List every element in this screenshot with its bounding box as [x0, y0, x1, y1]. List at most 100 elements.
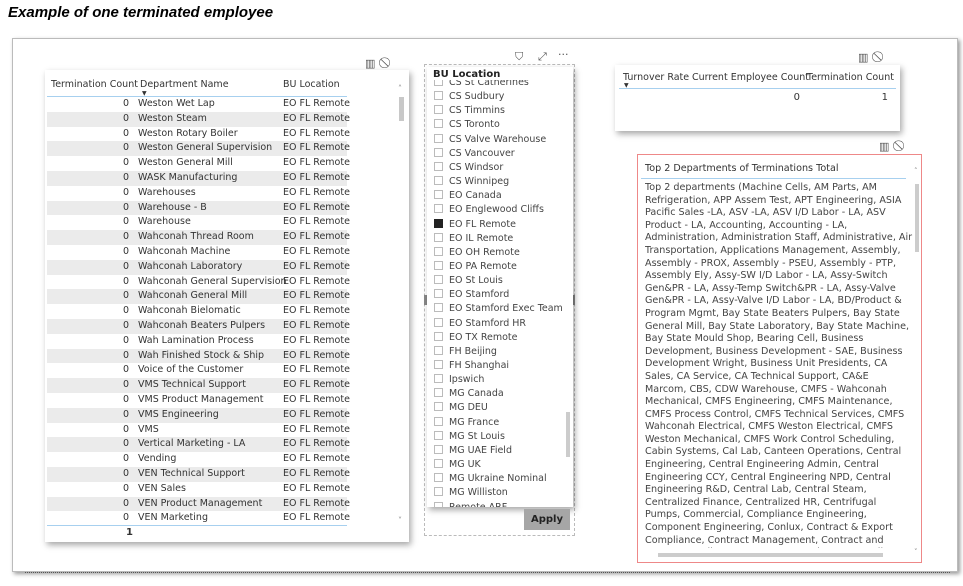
table-row[interactable]: 0 Wah Lamination Process EO FL Remote — [47, 334, 350, 349]
slicer-item[interactable]: EO FL Remote — [434, 218, 516, 232]
table-row[interactable]: 0 Weston Steam EO FL Remote — [47, 111, 350, 127]
checkbox[interactable] — [434, 317, 443, 327]
header-termination-count[interactable]: Termination Count — [807, 72, 894, 83]
bar-chart-filter-icon[interactable]: ▥ — [858, 51, 868, 64]
scroll-up-icon[interactable]: ˄ — [398, 84, 402, 93]
table-row[interactable]: 0 Weston Rotary Boiler EO FL Remote — [47, 127, 350, 142]
table-row[interactable]: 0 Warehouses EO FL Remote — [47, 186, 350, 201]
bar-chart-filter-icon[interactable]: ▥ — [879, 140, 889, 153]
slicer-item[interactable]: MG UK — [434, 458, 481, 472]
slicer-item[interactable]: EO OH Remote — [434, 246, 520, 260]
apply-button[interactable]: Apply — [524, 509, 570, 530]
header-current-employee-count[interactable]: Current Employee Count — [692, 72, 809, 83]
table-row[interactable]: 0 Weston General Mill EO FL Remote — [47, 156, 350, 171]
slicer-item[interactable]: MG Ukraine Nominal — [434, 472, 547, 486]
checkbox[interactable] — [434, 204, 443, 214]
header-department-name[interactable]: Department Name — [140, 79, 229, 90]
table-row[interactable]: 0 Weston General Supervision EO FL Remote — [47, 141, 350, 157]
checkbox[interactable] — [434, 289, 443, 299]
scroll-up-icon[interactable]: ˄ — [914, 167, 918, 175]
slicer-item[interactable]: EO Stamford — [434, 288, 509, 302]
slicer-item[interactable]: CS Vancouver — [434, 147, 515, 161]
checkbox[interactable] — [434, 218, 443, 228]
checkbox[interactable] — [434, 473, 443, 483]
checkbox[interactable] — [434, 459, 443, 469]
table-row[interactable]: 0 Wahconah General Mill EO FL Remote — [47, 289, 350, 305]
checkbox[interactable] — [434, 246, 443, 256]
checkbox[interactable] — [434, 133, 443, 143]
table-row[interactable]: 0 Wahconah Laboratory EO FL Remote — [47, 259, 350, 275]
funnel-icon[interactable]: ⛉ — [515, 50, 523, 64]
table-row[interactable]: 0 Wahconah Bielomatic EO FL Remote — [47, 304, 350, 319]
checkbox[interactable] — [434, 430, 443, 440]
table-row[interactable]: 0 Wahconah Thread Room EO FL Remote — [47, 230, 350, 245]
slicer-item[interactable]: EO IL Remote — [434, 232, 513, 246]
slicer-item[interactable]: MG Williston — [434, 486, 508, 500]
slicer-item[interactable]: EO Englewood Cliffs — [434, 203, 544, 217]
slicer-item[interactable]: Ipswich — [434, 373, 484, 387]
table-row[interactable]: 0 Warehouse EO FL Remote — [47, 215, 350, 230]
checkbox[interactable] — [434, 345, 443, 355]
table-row[interactable]: 0 Vending EO FL Remote — [47, 452, 350, 467]
checkbox[interactable] — [434, 147, 443, 157]
checkbox[interactable] — [434, 402, 443, 412]
slicer-item[interactable]: CS Valve Warehouse — [434, 133, 546, 147]
table-row[interactable]: 0 Wah Finished Stock & Ship EO FL Remote — [47, 348, 350, 364]
checkbox[interactable] — [434, 360, 443, 369]
table-row[interactable]: 0 Voice of the Customer EO FL Remote — [47, 363, 350, 378]
table-row[interactable]: 0 VMS Engineering EO FL Remote — [47, 407, 350, 423]
slicer-item[interactable]: MG DEU — [434, 401, 488, 415]
table-row[interactable]: 0 VEN Marketing EO FL Remote — [47, 511, 350, 526]
checkbox[interactable] — [434, 487, 443, 497]
checkbox[interactable] — [434, 91, 443, 101]
slicer-item[interactable]: CS Toronto — [434, 118, 500, 132]
slicer-item[interactable]: FH Beijing — [434, 345, 497, 359]
bar-chart-filter-icon[interactable]: ▥ — [365, 57, 375, 70]
slicer-item[interactable]: CS Sudbury — [434, 90, 504, 104]
vertical-scrollbar[interactable] — [399, 97, 404, 121]
table-row[interactable]: 0 VMS EO FL Remote — [47, 423, 350, 438]
slicer-item[interactable]: EO St Louis — [434, 274, 503, 288]
vertical-scrollbar[interactable] — [915, 184, 919, 252]
slicer-item[interactable]: EO TX Remote — [434, 331, 518, 345]
table-row[interactable]: 0 WASK Manufacturing EO FL Remote — [47, 171, 350, 186]
header-bu-location[interactable]: BU Location — [283, 79, 340, 90]
checkbox[interactable] — [434, 232, 443, 242]
header-termination-count[interactable]: Termination Count — [51, 79, 138, 90]
table-row[interactable]: 0 VEN Product Management EO FL Remote — [47, 496, 350, 512]
table-row[interactable]: 0 Wahconah General Supervision EO FL Remot… — [47, 275, 350, 290]
slicer-scrollbar[interactable] — [566, 412, 570, 457]
header-turnover-rate[interactable]: Turnover Rate — [623, 72, 689, 83]
slicer-item[interactable]: Remote ARF — [434, 501, 507, 507]
checkbox[interactable] — [434, 444, 443, 454]
slicer-item[interactable]: MG Canada — [434, 387, 504, 401]
checkbox[interactable] — [434, 501, 443, 507]
table-row[interactable]: 0 Weston Wet Lap EO FL Remote — [47, 97, 350, 112]
table-row[interactable]: 0 VMS Technical Support EO FL Remote — [47, 378, 350, 393]
slicer-item[interactable]: EO PA Remote — [434, 260, 517, 274]
table-row[interactable]: 0 VEN Sales EO FL Remote — [47, 482, 350, 497]
ellipsis-icon[interactable]: ··· — [558, 48, 569, 61]
slicer-item[interactable]: FH Shanghai — [434, 359, 509, 373]
checkbox[interactable] — [434, 416, 443, 426]
table-row[interactable]: 0 VMS Product Management EO FL Remote — [47, 393, 350, 408]
table-row[interactable]: 0 Wahconah Beaters Pulpers EO FL Remote — [47, 319, 350, 334]
checkbox[interactable] — [434, 388, 443, 398]
checkbox[interactable] — [434, 374, 443, 384]
checkbox[interactable] — [434, 275, 443, 285]
table-row[interactable]: 0 Warehouse - B EO FL Remote — [47, 200, 350, 216]
scroll-down-icon[interactable]: ˅ — [398, 516, 402, 525]
checkbox[interactable] — [434, 303, 443, 313]
slicer-item[interactable]: MG France — [434, 416, 499, 430]
checkbox[interactable] — [434, 119, 443, 129]
checkbox[interactable] — [434, 105, 443, 115]
slicer-item[interactable]: EO Stamford Exec Team — [434, 302, 563, 316]
checkbox[interactable] — [434, 190, 443, 200]
scroll-down-icon[interactable]: ˅ — [914, 548, 918, 556]
checkbox[interactable] — [434, 176, 443, 186]
slicer-item[interactable]: CS Timmins — [434, 104, 505, 118]
slicer-item[interactable]: EO Canada — [434, 189, 502, 203]
slicer-item[interactable]: CS Winnipeg — [434, 175, 509, 189]
checkbox[interactable] — [434, 161, 443, 171]
checkbox[interactable] — [434, 331, 443, 341]
